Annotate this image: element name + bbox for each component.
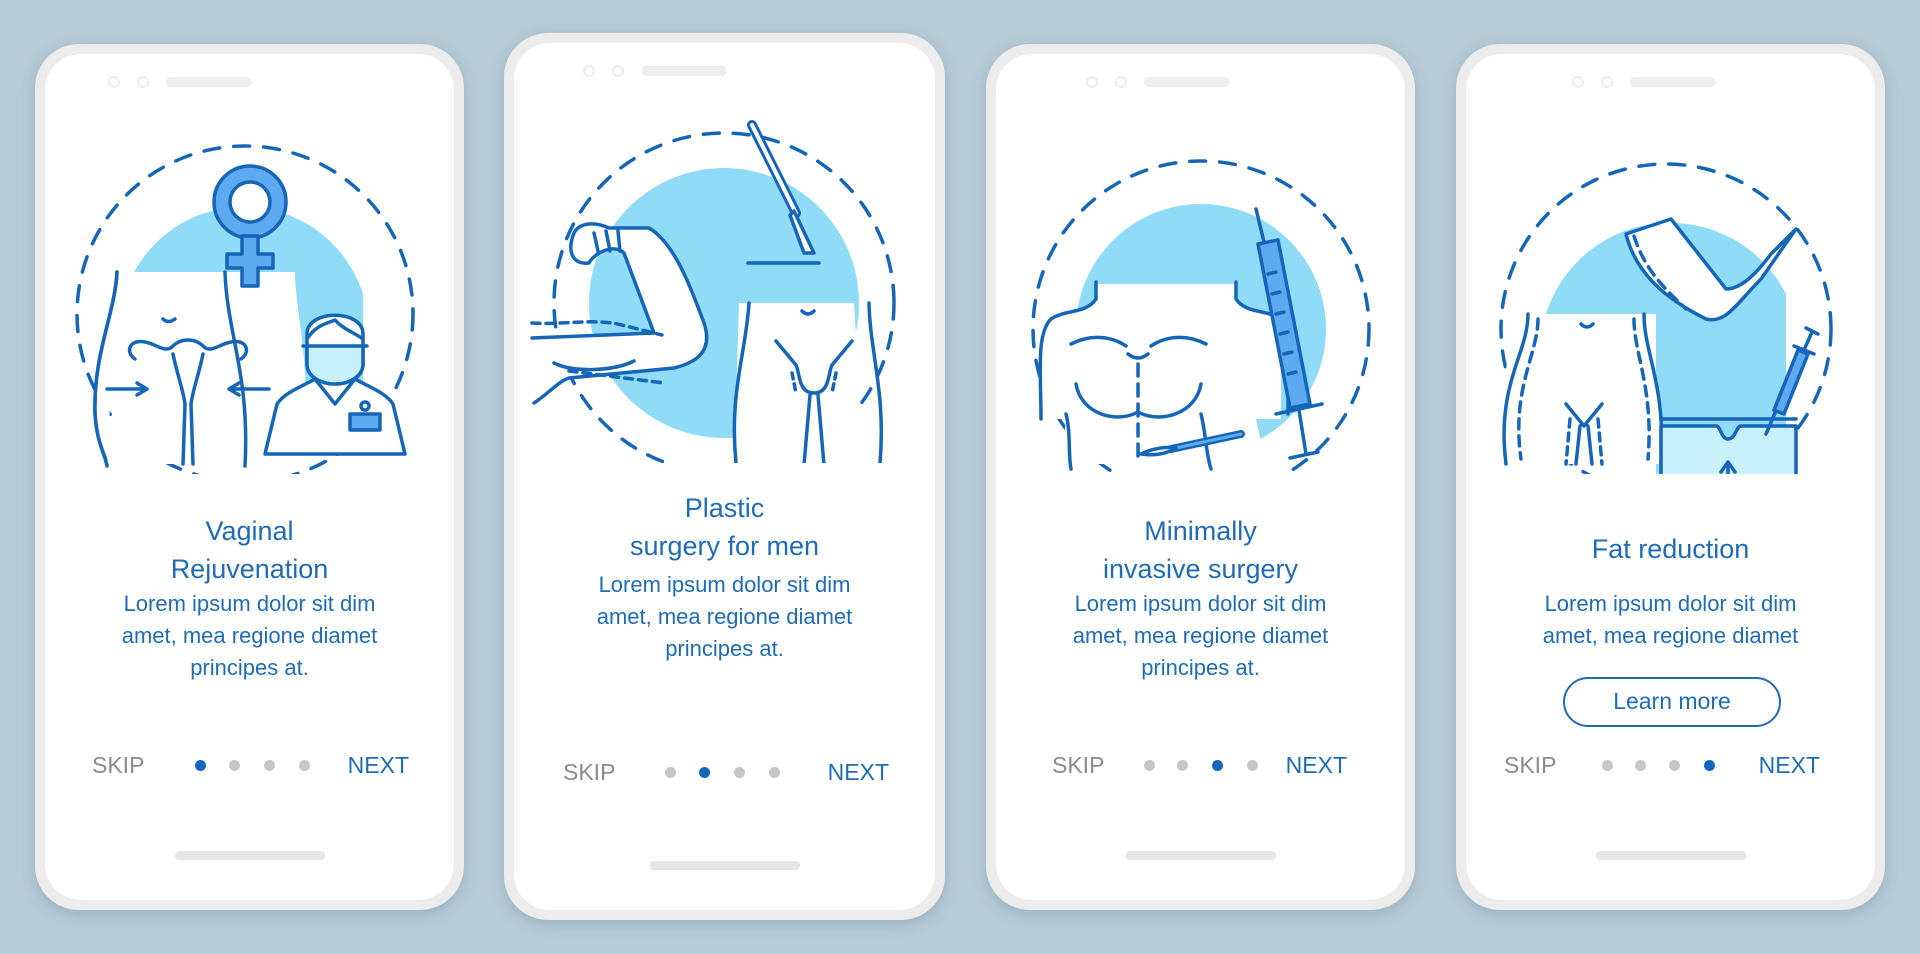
page-dot-1[interactable]: [1602, 760, 1613, 771]
onboarding-nav: SKIP NEXT: [996, 750, 1405, 780]
screen-description-line: Lorem ipsum dolor sit dim: [1074, 591, 1327, 616]
phone-screen-vaginal-rejuvenation: Vaginal Rejuvenation Lorem ipsum dolor s…: [35, 44, 464, 910]
screen-title-line: Fat reduction: [1591, 534, 1750, 564]
speaker-grille: [1144, 77, 1230, 87]
home-indicator: [1125, 851, 1276, 860]
plastic-surgery-men-illustration: [514, 103, 935, 463]
screen-description-line: Lorem ipsum dolor sit dim: [598, 572, 851, 597]
sensor-icon: [612, 65, 624, 77]
onboarding-nav: SKIP NEXT: [1466, 750, 1875, 780]
front-camera-icon: [1572, 76, 1584, 88]
screen-description-line: Lorem ipsum dolor sit dim: [123, 591, 376, 616]
phone-display: Vaginal Rejuvenation Lorem ipsum dolor s…: [45, 54, 454, 900]
screen-description-line: principes at.: [1141, 655, 1260, 680]
skip-button[interactable]: SKIP: [1052, 750, 1104, 780]
home-indicator: [174, 851, 325, 860]
speaker-grille: [166, 77, 252, 87]
page-dot-4[interactable]: [1247, 760, 1258, 771]
sensor-icon: [1601, 76, 1613, 88]
phone-display: Minimally invasive surgery Lorem ipsum d…: [996, 54, 1405, 900]
next-button[interactable]: NEXT: [1759, 750, 1820, 780]
next-button[interactable]: NEXT: [828, 757, 889, 787]
page-dot-3[interactable]: [734, 767, 745, 778]
phone-screen-plastic-surgery-men: Plastic surgery for men Lorem ipsum dolo…: [504, 33, 945, 920]
screen-description-line: principes at.: [190, 655, 309, 680]
screen-title-line: invasive surgery: [1102, 554, 1299, 584]
phone-display: Plastic surgery for men Lorem ipsum dolo…: [514, 43, 935, 910]
page-dot-4[interactable]: [769, 767, 780, 778]
screen-description-line: amet, mea regione diamet: [1542, 623, 1799, 648]
next-button[interactable]: NEXT: [1286, 750, 1347, 780]
page-dot-3[interactable]: [264, 760, 275, 771]
sensor-icon: [137, 76, 149, 88]
page-dot-1[interactable]: [665, 767, 676, 778]
minimally-invasive-surgery-illustration: [996, 114, 1405, 474]
screen-title-line: Rejuvenation: [170, 554, 329, 584]
phone-screen-minimally-invasive-surgery: Minimally invasive surgery Lorem ipsum d…: [986, 44, 1415, 910]
skip-button[interactable]: SKIP: [1504, 750, 1556, 780]
speaker-grille: [1630, 77, 1716, 87]
screen-title-line: Vaginal: [205, 516, 294, 546]
vaginal-rejuvenation-illustration: [45, 114, 454, 474]
page-dot-2[interactable]: [699, 767, 710, 778]
home-indicator: [649, 861, 800, 870]
male-torso-icon: [1038, 280, 1291, 471]
page-dot-3[interactable]: [1212, 760, 1223, 771]
onboarding-nav: SKIP NEXT: [514, 757, 935, 787]
page-dot-2[interactable]: [1177, 760, 1188, 771]
skip-button[interactable]: SKIP: [563, 757, 615, 787]
learn-more-button[interactable]: Learn more: [1563, 677, 1781, 727]
front-camera-icon: [1086, 76, 1098, 88]
home-indicator: [1595, 851, 1746, 860]
page-dot-2[interactable]: [1635, 760, 1646, 771]
speaker-grille: [641, 66, 727, 76]
next-button[interactable]: NEXT: [348, 750, 409, 780]
screen-description-line: amet, mea regione diamet: [121, 623, 378, 648]
page-dot-4[interactable]: [1704, 760, 1715, 771]
screen-description-line: amet, mea regione diamet: [596, 604, 853, 629]
female-body-icon: [1502, 312, 1664, 466]
screen-title-line: Plastic: [684, 493, 765, 523]
page-dot-1[interactable]: [195, 760, 206, 771]
screen-title-line: Minimally: [1144, 516, 1257, 546]
phone-display: Fat reduction Lorem ipsum dolor sit dim …: [1466, 54, 1875, 900]
onboarding-nav: SKIP NEXT: [45, 750, 454, 780]
screen-title-line: surgery for men: [629, 531, 820, 561]
page-dot-4[interactable]: [299, 760, 310, 771]
page-dot-1[interactable]: [1144, 760, 1155, 771]
skip-button[interactable]: SKIP: [92, 750, 144, 780]
fat-reduction-illustration: [1466, 114, 1875, 474]
screen-description-line: Lorem ipsum dolor sit dim: [1544, 591, 1797, 616]
screen-description-line: principes at.: [665, 636, 784, 661]
page-dot-3[interactable]: [1669, 760, 1680, 771]
page-dot-2[interactable]: [229, 760, 240, 771]
front-camera-icon: [583, 65, 595, 77]
sensor-icon: [1115, 76, 1127, 88]
phone-screen-fat-reduction: Fat reduction Lorem ipsum dolor sit dim …: [1456, 44, 1885, 910]
screen-description-line: amet, mea regione diamet: [1072, 623, 1329, 648]
front-camera-icon: [108, 76, 120, 88]
